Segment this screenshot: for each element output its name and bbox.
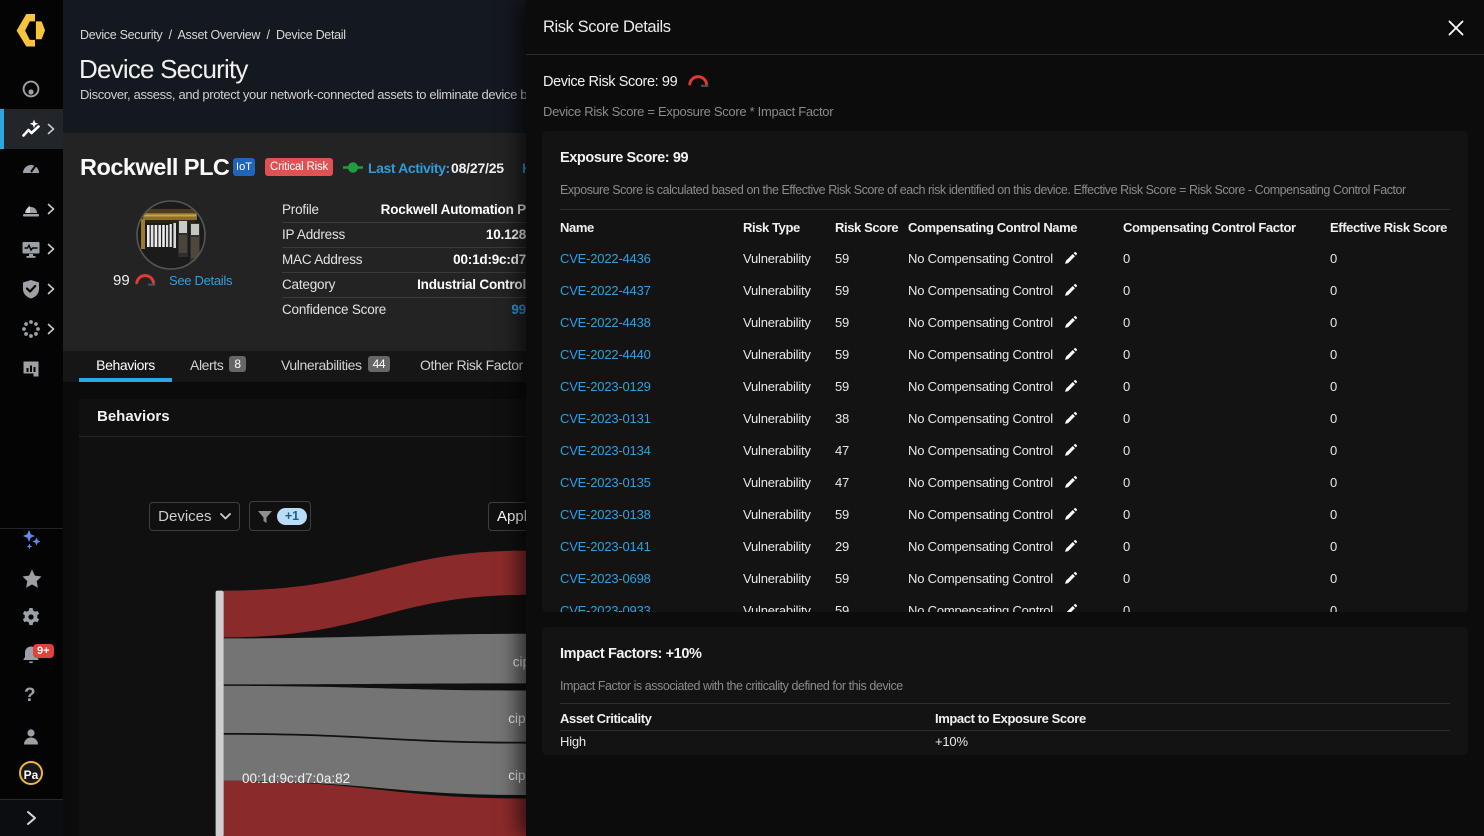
svg-text:cip-: cip- bbox=[508, 768, 526, 783]
svg-text:00:1d:9c:d7:0a:82: 00:1d:9c:d7:0a:82 bbox=[242, 771, 350, 786]
svg-text:cip: cip bbox=[513, 655, 526, 670]
svg-text:cip-: cip- bbox=[508, 711, 526, 726]
